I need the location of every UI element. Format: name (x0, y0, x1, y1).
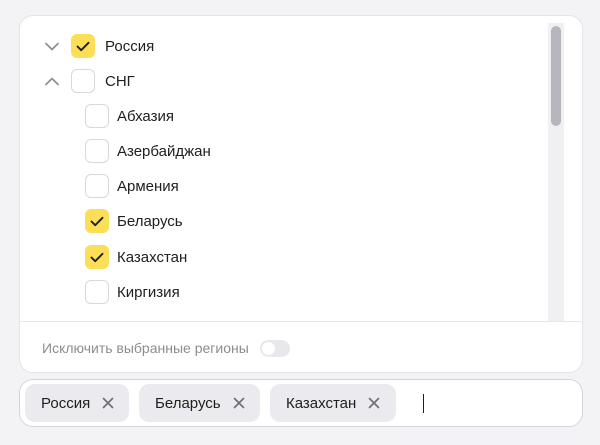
region-item-abkhazia[interactable]: Абхазия (85, 103, 174, 129)
region-checkbox-russia[interactable] (71, 34, 95, 58)
region-checkbox-cis[interactable] (71, 69, 95, 93)
region-checkbox-kyrgyzstan[interactable] (85, 280, 109, 304)
text-caret (423, 394, 424, 413)
region-label-kyrgyzstan: Киргизия (117, 283, 180, 301)
region-item-armenia[interactable]: Армения (85, 173, 179, 199)
list-scrollbar[interactable] (548, 23, 564, 321)
region-item-kazakhstan[interactable]: Казахстан (85, 244, 187, 270)
chevron-down-icon[interactable] (42, 36, 62, 56)
region-item-cis[interactable]: СНГ (42, 68, 135, 94)
check-icon (76, 41, 90, 51)
exclude-regions-row: Исключить выбранные регионы (42, 337, 290, 359)
region-checkbox-azerbaijan[interactable] (85, 139, 109, 163)
chevron-up-icon[interactable] (42, 71, 62, 91)
region-label-abkhazia: Абхазия (117, 107, 174, 125)
panel-divider (20, 321, 582, 322)
selected-regions-input[interactable]: Россия Беларусь Казахстан (19, 379, 583, 427)
region-item-belarus[interactable]: Беларусь (85, 208, 183, 234)
selected-tag-label: Россия (41, 394, 91, 412)
close-icon[interactable] (100, 395, 116, 411)
region-label-cis: СНГ (105, 72, 135, 90)
close-icon[interactable] (366, 395, 382, 411)
selected-tag-label: Беларусь (155, 394, 221, 412)
region-label-kazakhstan: Казахстан (117, 248, 188, 266)
region-item-kyrgyzstan[interactable]: Киргизия (85, 279, 180, 305)
selected-tag-label: Казахстан (286, 394, 357, 412)
check-icon (90, 216, 104, 226)
region-checkbox-abkhazia[interactable] (85, 104, 109, 128)
region-checkbox-armenia[interactable] (85, 174, 109, 198)
region-item-azerbaijan[interactable]: Азербайджан (85, 138, 211, 164)
check-icon (90, 252, 104, 262)
close-icon[interactable] (231, 395, 247, 411)
region-label-azerbaijan: Азербайджан (117, 142, 211, 160)
region-list: Россия СНГ Абхазия Азербайджан Армения Б… (20, 16, 582, 321)
selected-tag-kazakhstan[interactable]: Казахстан (270, 384, 396, 422)
exclude-regions-toggle[interactable] (259, 339, 290, 357)
selected-tag-belarus[interactable]: Беларусь (139, 384, 260, 422)
selected-tag-russia[interactable]: Россия (25, 384, 129, 422)
region-label-russia: Россия (105, 37, 155, 55)
region-item-russia[interactable]: Россия (42, 33, 154, 59)
region-checkbox-kazakhstan[interactable] (85, 245, 109, 269)
region-label-armenia: Армения (117, 177, 179, 195)
region-checkbox-belarus[interactable] (85, 209, 109, 233)
exclude-regions-label: Исключить выбранные регионы (42, 340, 249, 356)
region-dropdown-panel: Россия СНГ Абхазия Азербайджан Армения Б… (19, 15, 583, 373)
scrollbar-thumb[interactable] (551, 26, 561, 126)
region-label-belarus: Беларусь (117, 212, 183, 230)
toggle-knob (261, 341, 275, 355)
